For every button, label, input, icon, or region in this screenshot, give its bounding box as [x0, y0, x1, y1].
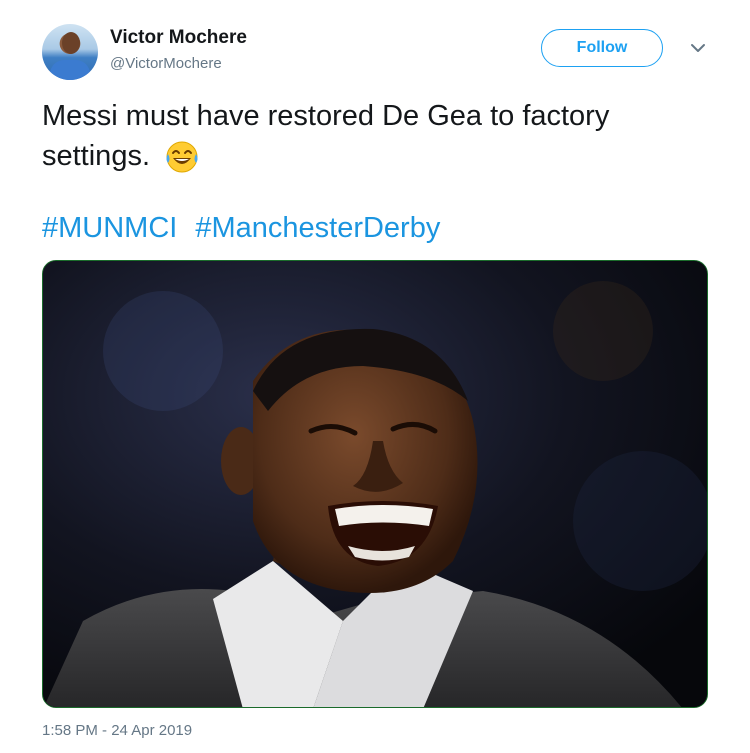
avatar[interactable] [42, 24, 98, 80]
tweet-timestamp[interactable]: 1:58 PM - 24 Apr 2019 [42, 722, 192, 739]
hashtag-list: #MUNMCI #ManchesterDerby [42, 208, 458, 248]
hashtag-link[interactable]: #MUNMCI [42, 212, 177, 244]
face-with-tears-of-joy-icon [164, 139, 200, 175]
hashtag-link[interactable]: #ManchesterDerby [195, 212, 440, 244]
author-handle[interactable]: @VictorMochere [110, 55, 222, 72]
tweet-text-body: Messi must have restored De Gea to facto… [42, 100, 610, 172]
laughing-man-photo [43, 261, 707, 707]
author-name[interactable]: Victor Mochere [110, 27, 247, 49]
tweet-card: Victor Mochere @VictorMochere Follow Mes… [0, 0, 750, 753]
tweet-text: Messi must have restored De Gea to facto… [42, 96, 712, 176]
chevron-down-icon[interactable] [688, 40, 708, 56]
follow-button[interactable]: Follow [541, 29, 663, 67]
tweet-photo[interactable] [42, 260, 708, 708]
